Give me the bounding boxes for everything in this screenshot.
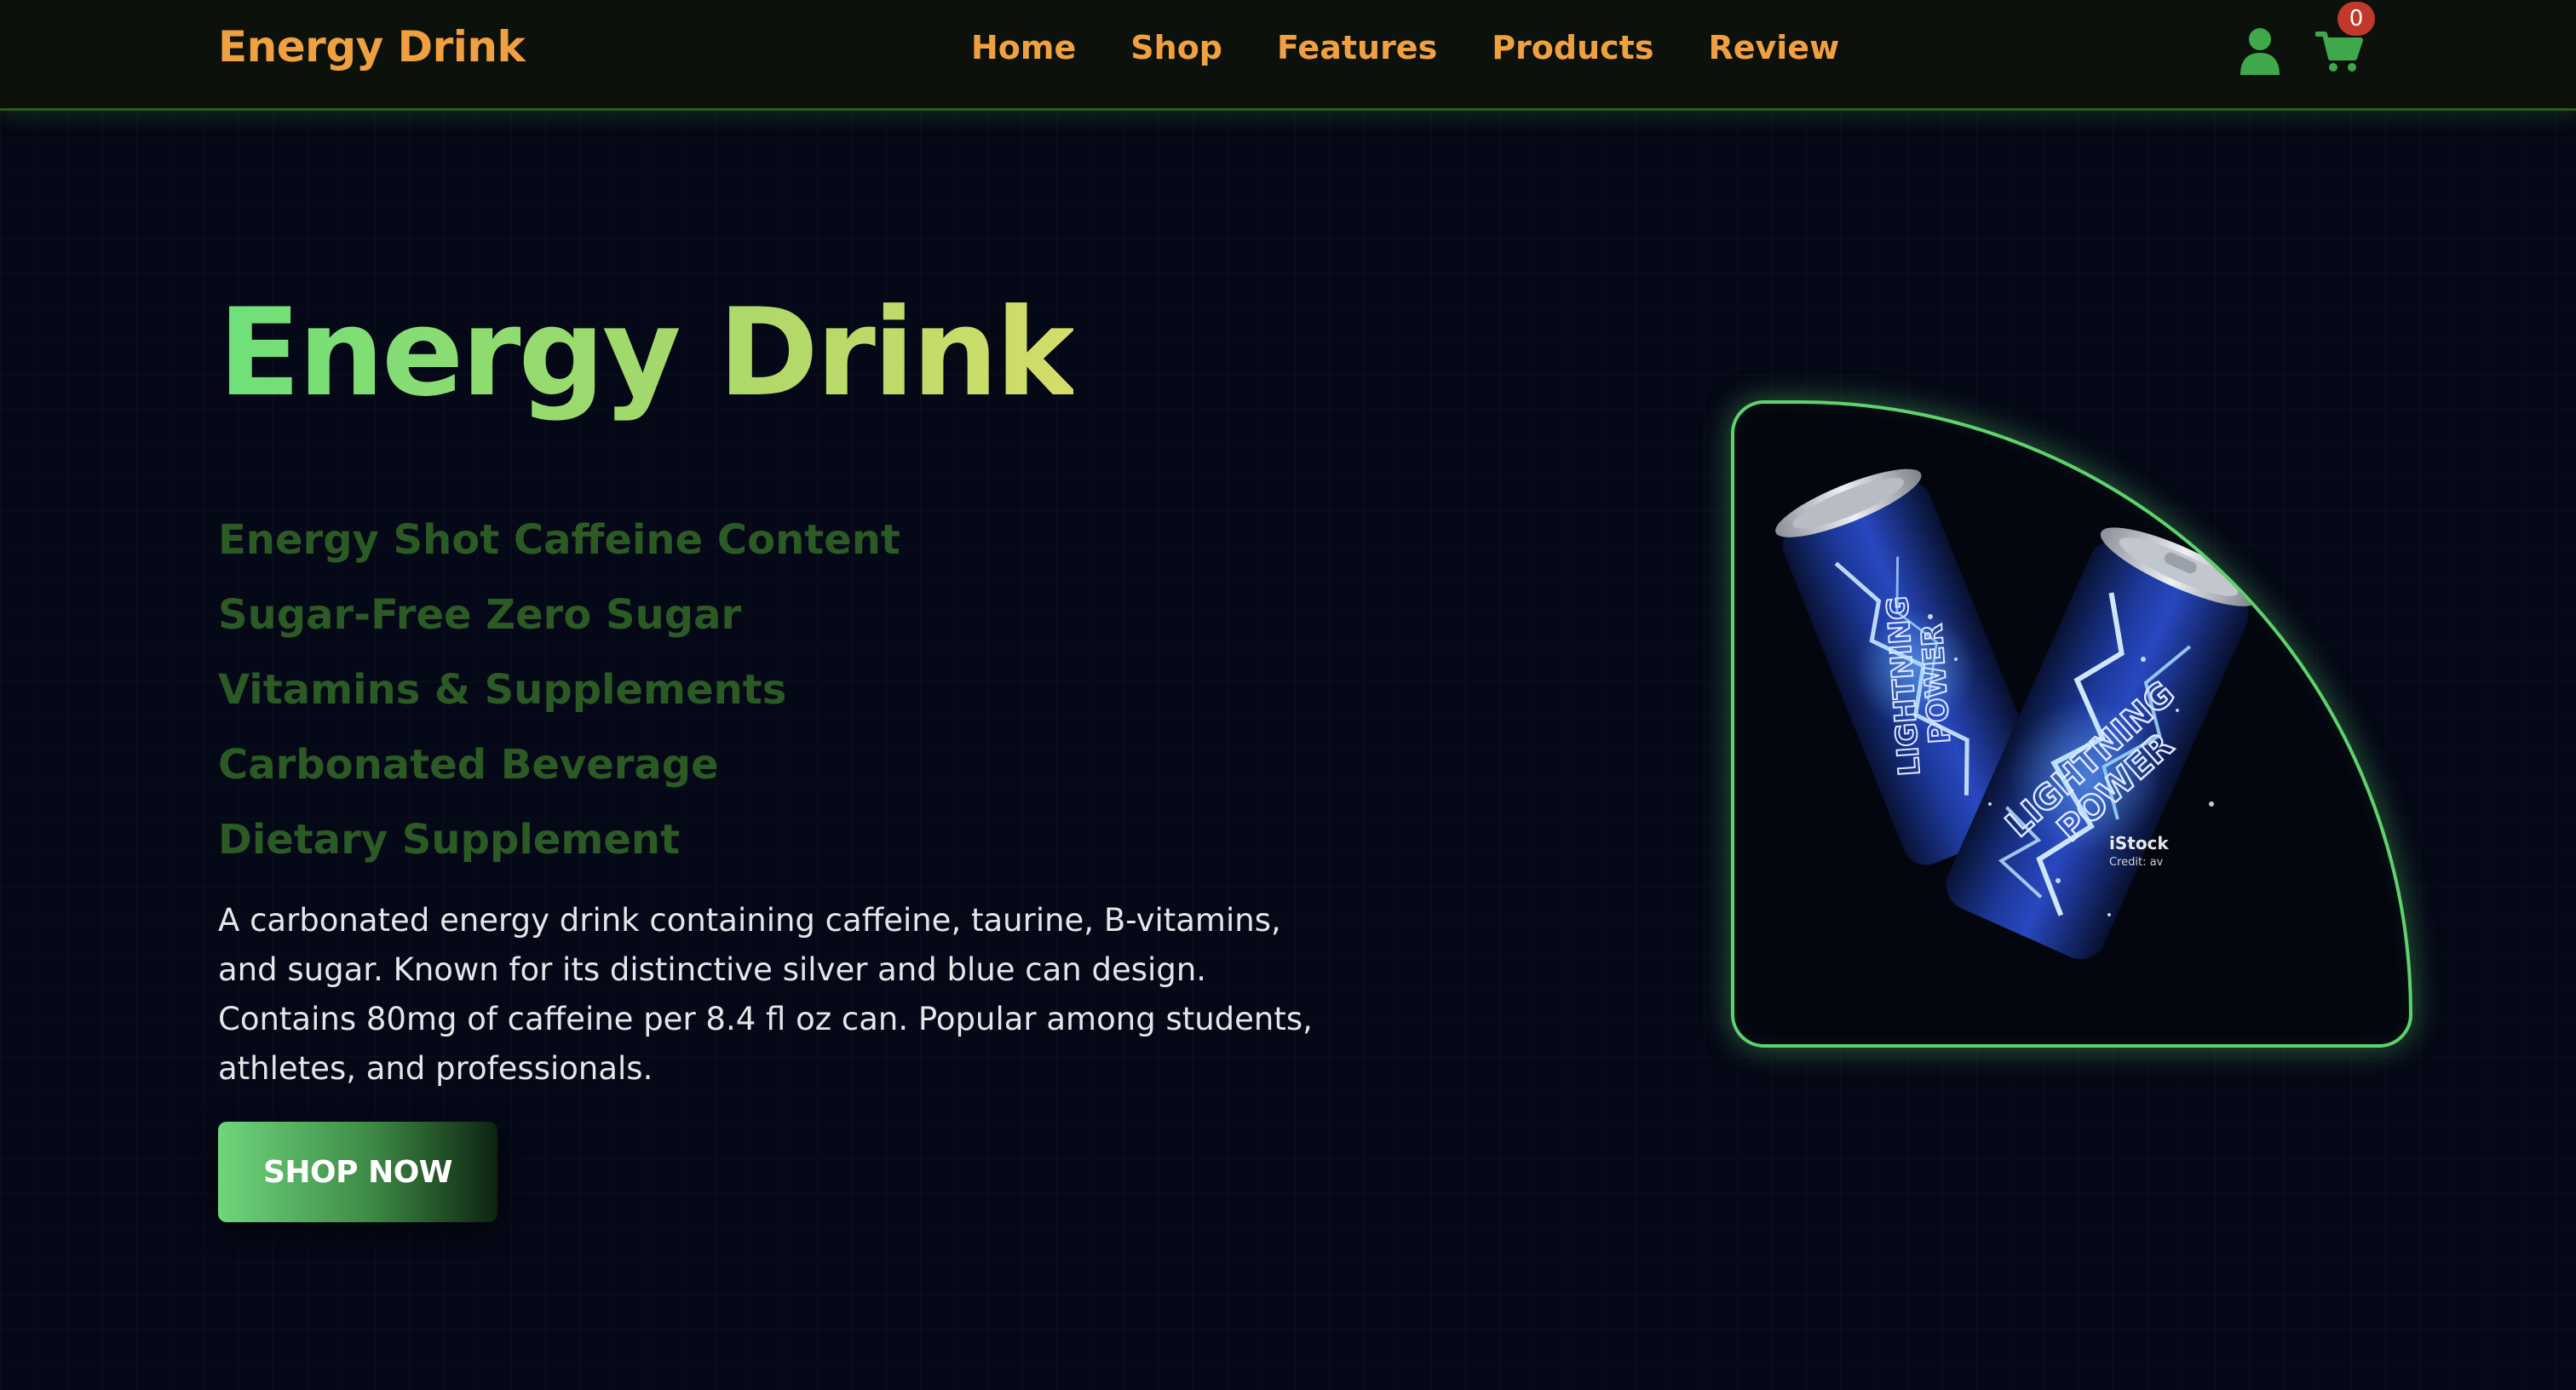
- nav-home[interactable]: Home: [971, 29, 1076, 66]
- shop-now-button[interactable]: SHOP NOW: [218, 1122, 497, 1222]
- page: Energy Drink Home Shop Features Products…: [0, 0, 2576, 1390]
- feature-item: Sugar-Free Zero Sugar: [218, 591, 742, 639]
- nav-review[interactable]: Review: [1708, 29, 1839, 66]
- nav-features[interactable]: Features: [1277, 29, 1437, 66]
- feature-list: Energy Shot Caffeine Content Sugar-Free …: [218, 513, 900, 887]
- nav-products[interactable]: Products: [1492, 29, 1653, 66]
- stock-watermark-credit: Credit: av: [2109, 856, 2164, 869]
- main-nav: Home Shop Features Products Review: [971, 29, 1839, 66]
- nav-shop[interactable]: Shop: [1130, 29, 1222, 66]
- energy-drink-cans-image: LIGHTNING POWER LIGHTNING POWER iStock C…: [1775, 468, 2257, 960]
- product-description: A carbonated energy drink containing caf…: [218, 902, 1313, 1087]
- brand-logo[interactable]: Energy Drink: [218, 22, 526, 72]
- feature-item: Carbonated Beverage: [218, 741, 719, 789]
- feature-item: Energy Shot Caffeine Content: [218, 516, 900, 564]
- product-image-frame: LIGHTNING POWER LIGHTNING POWER iStock C…: [1731, 400, 2412, 1048]
- user-icon[interactable]: [2239, 27, 2281, 75]
- hero-title: Energy Drink: [218, 283, 1076, 423]
- stock-watermark: iStock: [2109, 833, 2169, 853]
- feature-item: Vitamins & Supplements: [218, 666, 787, 714]
- cart-count-badge: 0: [2337, 2, 2375, 36]
- feature-item: Dietary Supplement: [218, 816, 681, 864]
- navbar: Energy Drink Home Shop Features Products…: [0, 0, 2576, 111]
